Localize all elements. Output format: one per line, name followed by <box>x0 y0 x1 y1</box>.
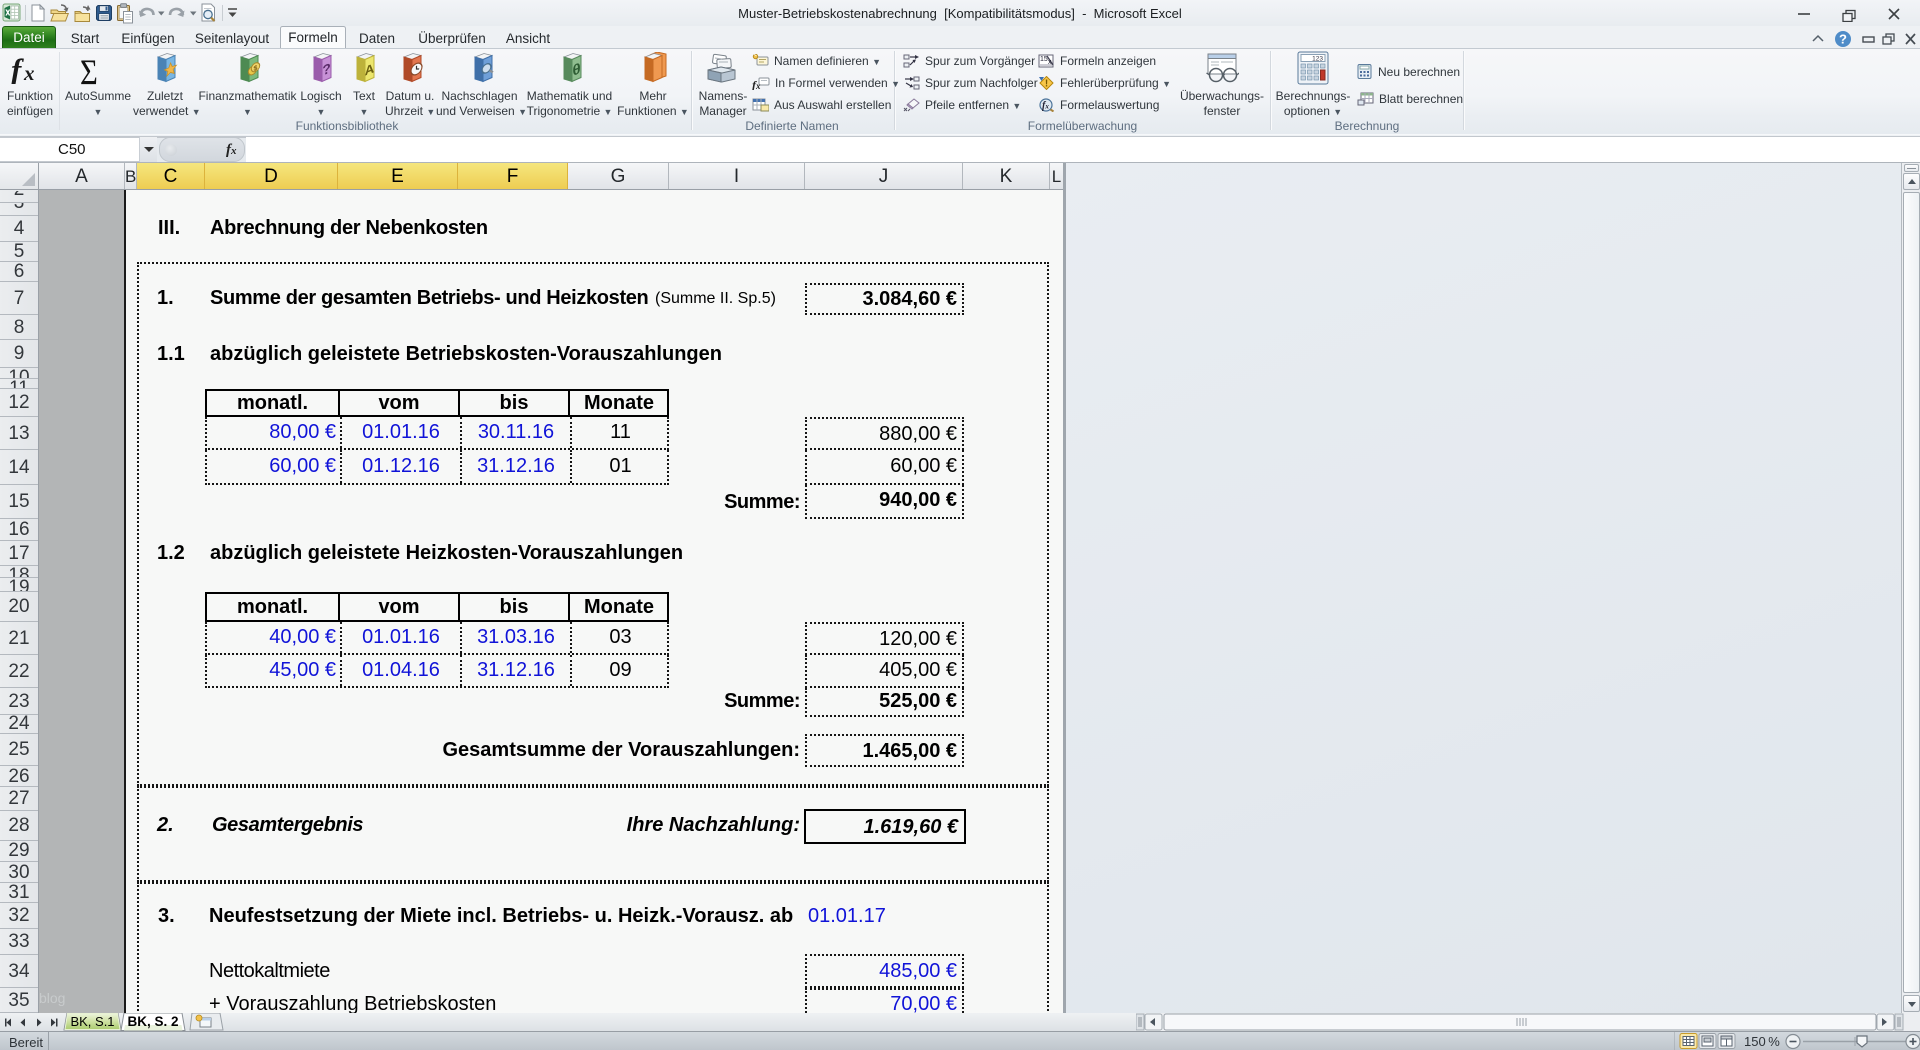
svg-text:150 %: 150 % <box>1744 1034 1780 1049</box>
svg-text:x: x <box>23 61 35 84</box>
svg-text:f: f <box>11 54 24 84</box>
svg-text:123: 123 <box>1312 56 1323 63</box>
svg-text:15: 15 <box>1040 56 1048 63</box>
svg-text:θ: θ <box>572 60 580 80</box>
svg-text:fx: fx <box>1042 100 1049 111</box>
svg-text:x: x <box>1048 59 1052 66</box>
svg-text:$: $ <box>254 63 258 73</box>
svg-text:!: ! <box>1045 78 1048 89</box>
svg-text:?: ? <box>1839 32 1847 47</box>
